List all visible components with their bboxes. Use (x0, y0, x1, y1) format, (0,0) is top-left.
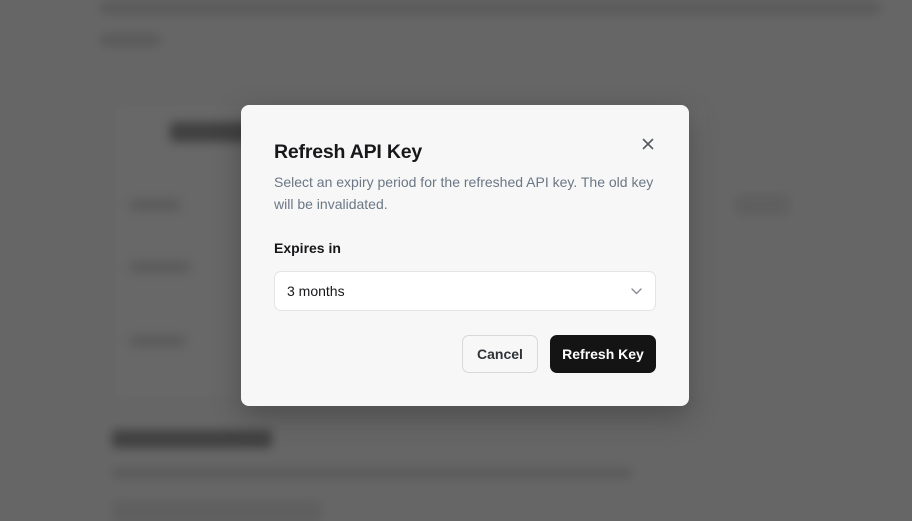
refresh-key-button[interactable]: Refresh Key (550, 335, 656, 373)
expiry-select[interactable]: 3 months (274, 271, 656, 311)
dialog-title: Refresh API Key (274, 141, 423, 163)
close-icon (642, 137, 654, 155)
expires-in-label: Expires in (274, 240, 341, 256)
page: Refresh API Key Select an expiry period … (0, 0, 912, 521)
refresh-api-key-dialog: Refresh API Key Select an expiry period … (241, 105, 689, 406)
dialog-description: Select an expiry period for the refreshe… (274, 174, 654, 212)
chevron-down-icon (629, 284, 643, 298)
expiry-select-value: 3 months (287, 283, 345, 299)
cancel-button[interactable]: Cancel (462, 335, 538, 373)
close-button[interactable] (637, 135, 659, 157)
